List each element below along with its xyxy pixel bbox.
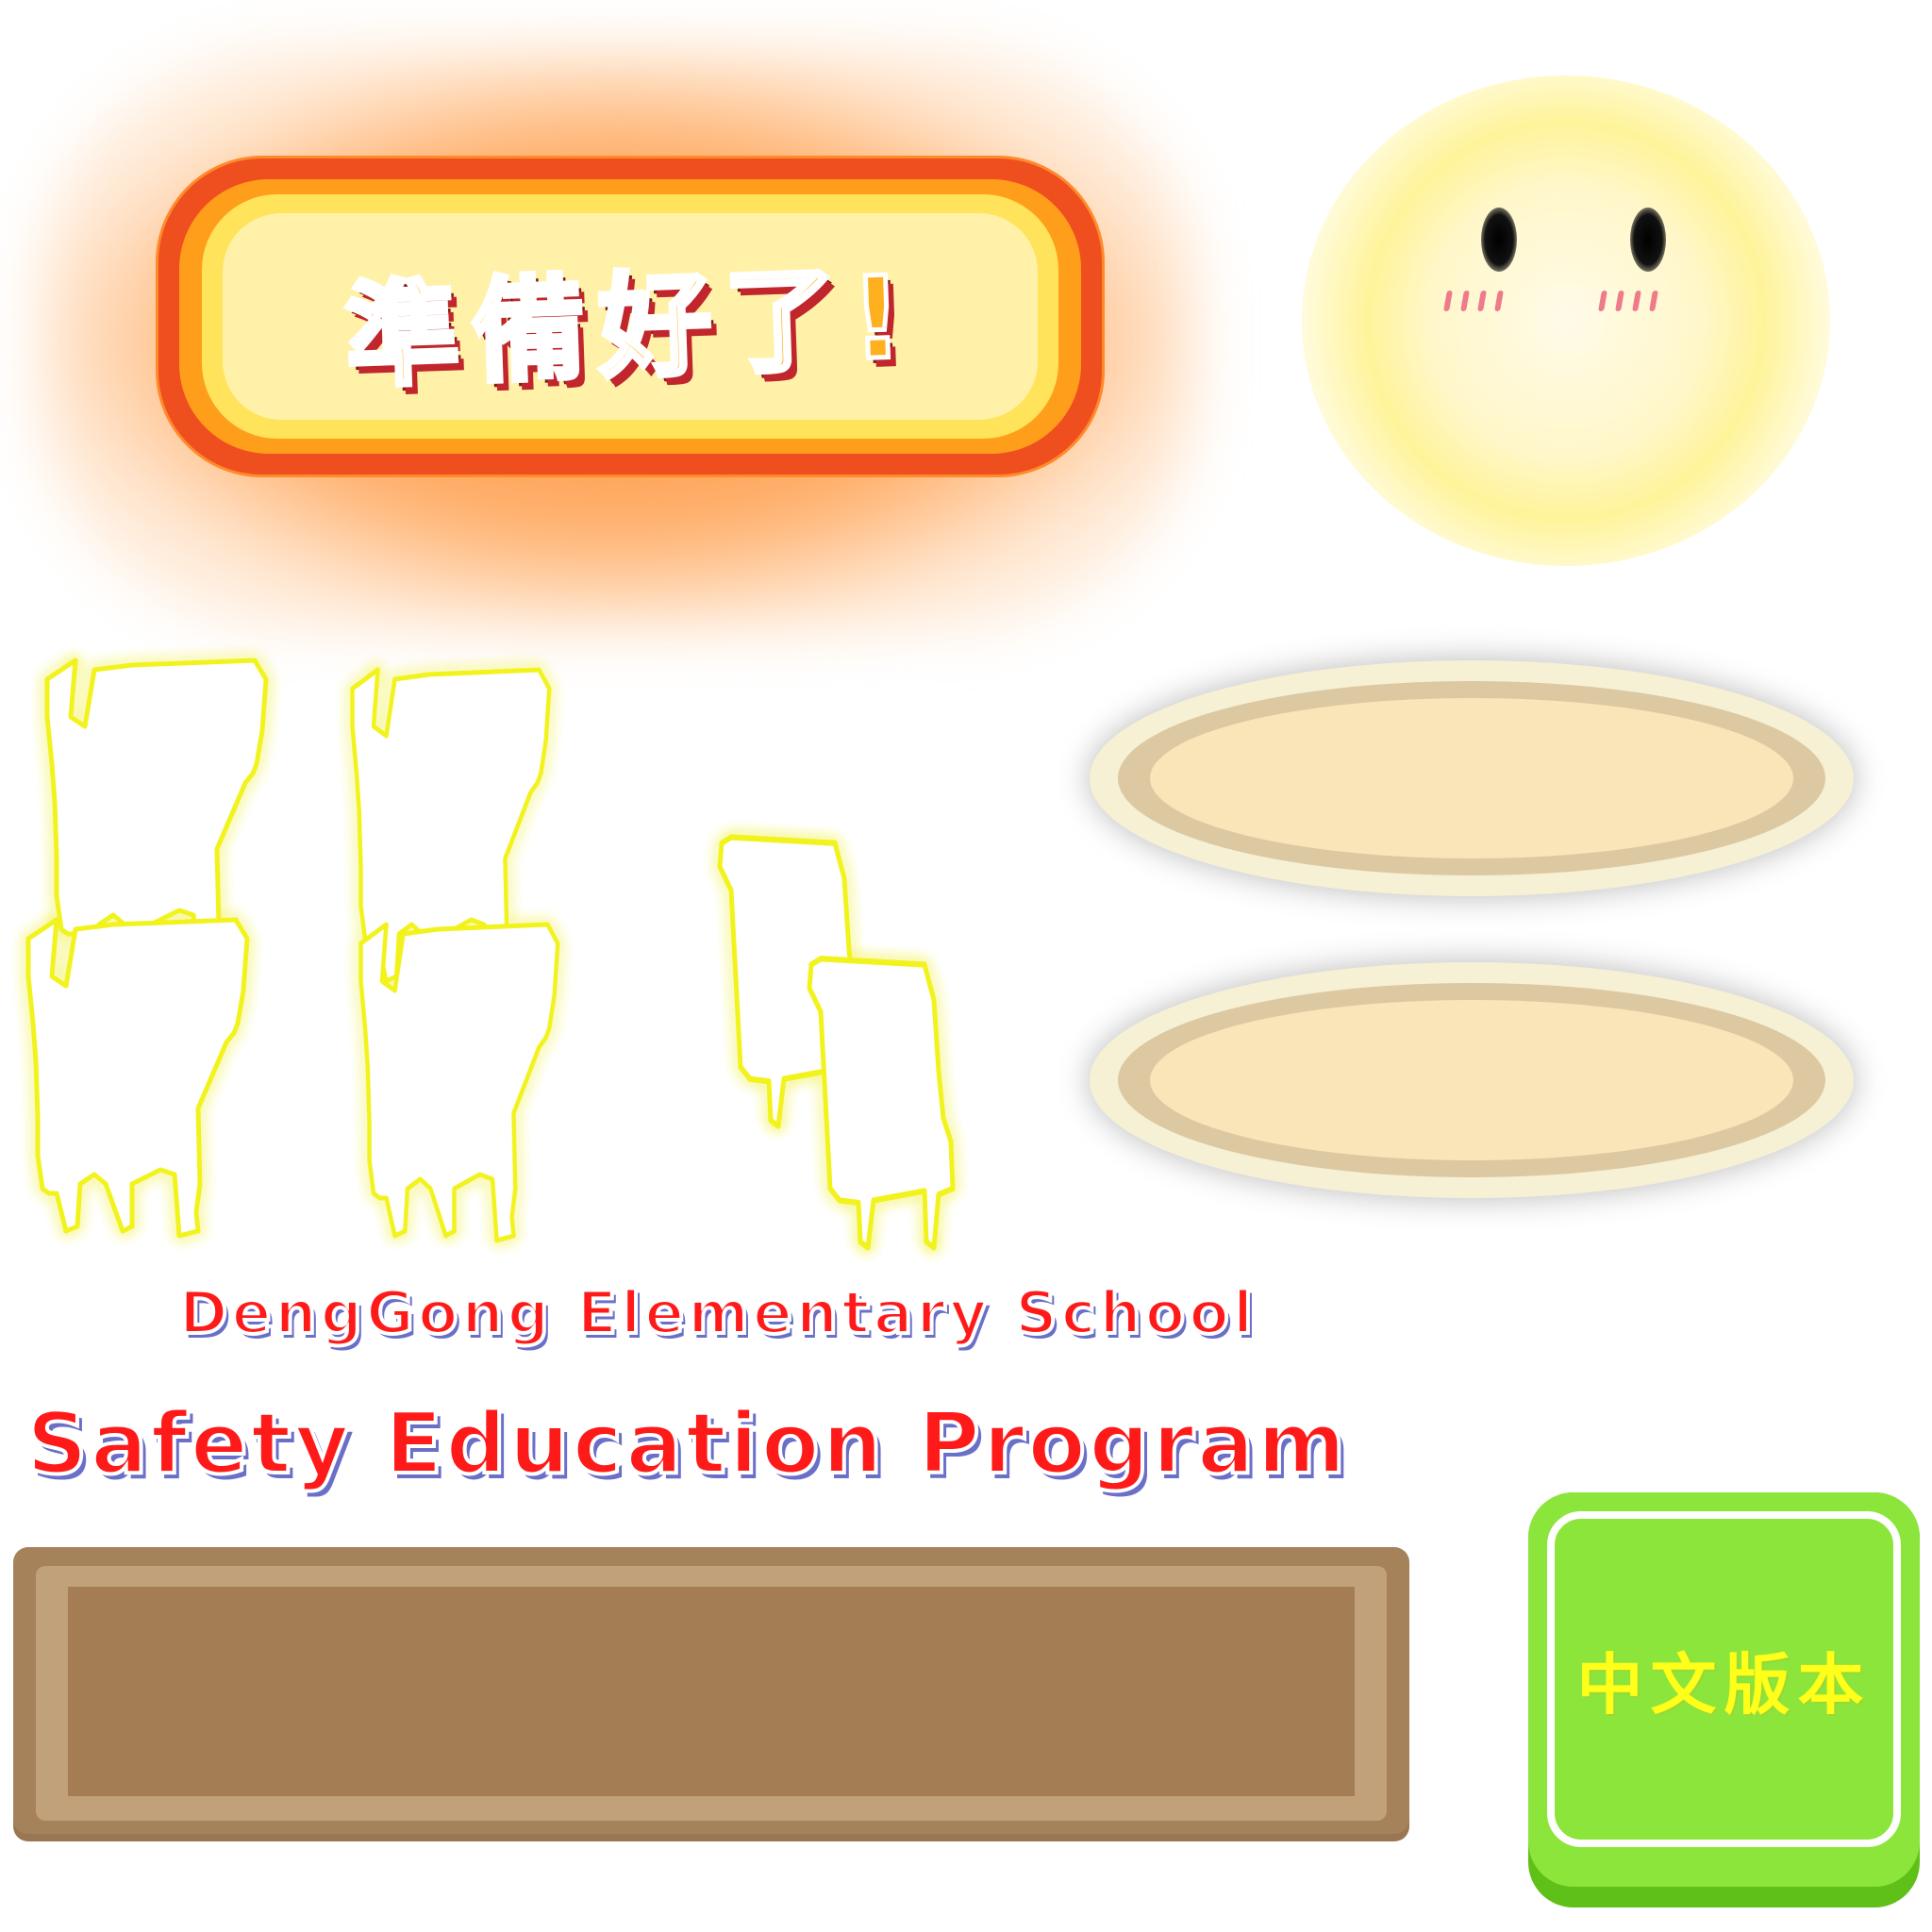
- chinese-version-button[interactable]: 中文版本: [1528, 1492, 1920, 1907]
- sun-right-blush: [1598, 291, 1658, 311]
- chair-icon: [809, 958, 953, 1247]
- wooden-board-icon: [13, 1547, 1409, 1841]
- chair-outlines: [0, 0, 1038, 1245]
- plate-icon: [1090, 962, 1854, 1198]
- chair-group: [0, 0, 1038, 1245]
- chinese-version-button-border: 中文版本: [1547, 1511, 1901, 1847]
- sun-left-blush: [1443, 291, 1504, 311]
- plate-icon: [1090, 660, 1854, 896]
- plate-center: [1150, 698, 1793, 858]
- sun-left-eye: [1481, 208, 1517, 272]
- chinese-version-label: 中文版本: [1576, 1645, 1872, 1724]
- program-name-title: Safety Education Program: [25, 1392, 1349, 1495]
- chair-icon: [28, 920, 247, 1236]
- chinese-version-button-face: 中文版本: [1528, 1492, 1920, 1887]
- plate-center: [1150, 1000, 1793, 1160]
- sun-face-icon: [1302, 75, 1830, 566]
- school-name-title: DengGong Elementary School: [177, 1276, 1257, 1349]
- wooden-board-panel: [68, 1587, 1355, 1796]
- sun-right-eye: [1630, 208, 1666, 272]
